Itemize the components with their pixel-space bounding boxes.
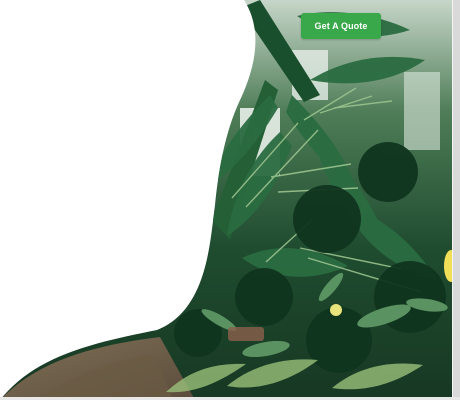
hero-foliage-image [0,0,460,400]
get-a-quote-button[interactable]: Get A Quote [301,13,381,39]
landing-page: Get A Quote [0,0,460,400]
vertical-scrollbar[interactable] [453,0,460,400]
